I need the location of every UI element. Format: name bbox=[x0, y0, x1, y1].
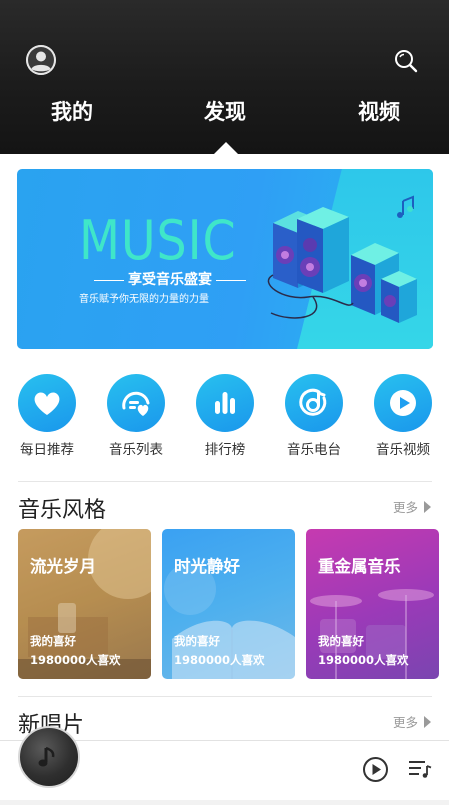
category-label: 音乐视频 bbox=[376, 442, 430, 458]
banner-title: MUSIC bbox=[79, 209, 237, 272]
category-daily-recommend[interactable]: 每日推荐 bbox=[7, 374, 87, 458]
play-video-icon bbox=[390, 390, 416, 416]
more-label: 更多 bbox=[392, 500, 418, 515]
banner-caption: 音乐赋予你无限的力量的力量 bbox=[79, 294, 209, 305]
style-card-likes: 1980000人喜欢 bbox=[30, 653, 121, 667]
promo-banner[interactable]: MUSIC 享受音乐盛宴 音乐赋予你无限的力量的力量 bbox=[17, 169, 433, 349]
style-card-fav: 我的喜好 bbox=[174, 634, 220, 648]
search-icon bbox=[395, 50, 418, 73]
bar-chart-icon bbox=[215, 392, 235, 414]
section-title-music-style: 音乐风格 bbox=[18, 498, 107, 523]
category-radio[interactable]: 音乐电台 bbox=[274, 374, 354, 458]
heart-icon bbox=[34, 392, 60, 415]
divider bbox=[18, 696, 432, 697]
playlist-icon bbox=[409, 761, 432, 778]
bottom-edge bbox=[0, 800, 449, 805]
category-music-list[interactable]: 音乐列表 bbox=[96, 374, 176, 458]
banner-subtitle: 享受音乐盛宴 bbox=[128, 272, 212, 288]
style-card-fav: 我的喜好 bbox=[30, 634, 76, 648]
search-button[interactable] bbox=[392, 47, 420, 75]
avatar[interactable] bbox=[26, 45, 56, 75]
banner-subtitle-row: 享受音乐盛宴 bbox=[55, 269, 285, 289]
more-label: 更多 bbox=[392, 715, 418, 730]
category-label: 音乐电台 bbox=[287, 442, 341, 458]
style-card-3[interactable]: 重金属音乐 我的喜好 1980000人喜欢 bbox=[306, 529, 439, 679]
category-label: 排行榜 bbox=[204, 442, 246, 458]
tab-mine[interactable]: 我的 bbox=[22, 96, 122, 126]
category-music-video[interactable]: 音乐视频 bbox=[363, 374, 443, 458]
more-new-album-link[interactable]: 更多 bbox=[393, 712, 431, 731]
now-playing-disc[interactable] bbox=[18, 726, 80, 788]
category-label: 音乐列表 bbox=[109, 442, 163, 458]
radio-icon bbox=[299, 388, 327, 416]
style-card-name: 流光岁月 bbox=[30, 557, 96, 576]
play-button[interactable] bbox=[362, 756, 389, 783]
style-card-fav: 我的喜好 bbox=[318, 634, 364, 648]
music-note-icon bbox=[38, 746, 55, 767]
chevron-right-icon bbox=[424, 500, 431, 513]
active-tab-indicator bbox=[214, 142, 238, 154]
music-list-icon bbox=[122, 391, 150, 416]
play-icon bbox=[363, 757, 388, 782]
category-chart[interactable]: 排行榜 bbox=[185, 374, 265, 458]
speakers-illustration bbox=[267, 195, 417, 323]
style-card-name: 重金属音乐 bbox=[318, 557, 401, 576]
style-card-likes: 1980000人喜欢 bbox=[174, 653, 265, 667]
style-card-name: 时光静好 bbox=[174, 557, 240, 576]
more-music-style-link[interactable]: 更多 bbox=[393, 497, 431, 516]
top-header: 我的 发现 视频 bbox=[0, 0, 449, 154]
tab-video[interactable]: 视频 bbox=[329, 96, 429, 126]
tab-discover[interactable]: 发现 bbox=[175, 96, 275, 126]
style-card-2[interactable]: 时光静好 我的喜好 1980000人喜欢 bbox=[162, 529, 295, 679]
category-label: 每日推荐 bbox=[20, 442, 74, 458]
chevron-right-icon bbox=[424, 715, 431, 728]
playlist-button[interactable] bbox=[408, 758, 432, 780]
style-card-1[interactable]: 流光岁月 我的喜好 1980000人喜欢 bbox=[18, 529, 151, 679]
user-icon bbox=[26, 45, 56, 75]
style-card-likes: 1980000人喜欢 bbox=[318, 653, 409, 667]
divider bbox=[18, 481, 432, 482]
